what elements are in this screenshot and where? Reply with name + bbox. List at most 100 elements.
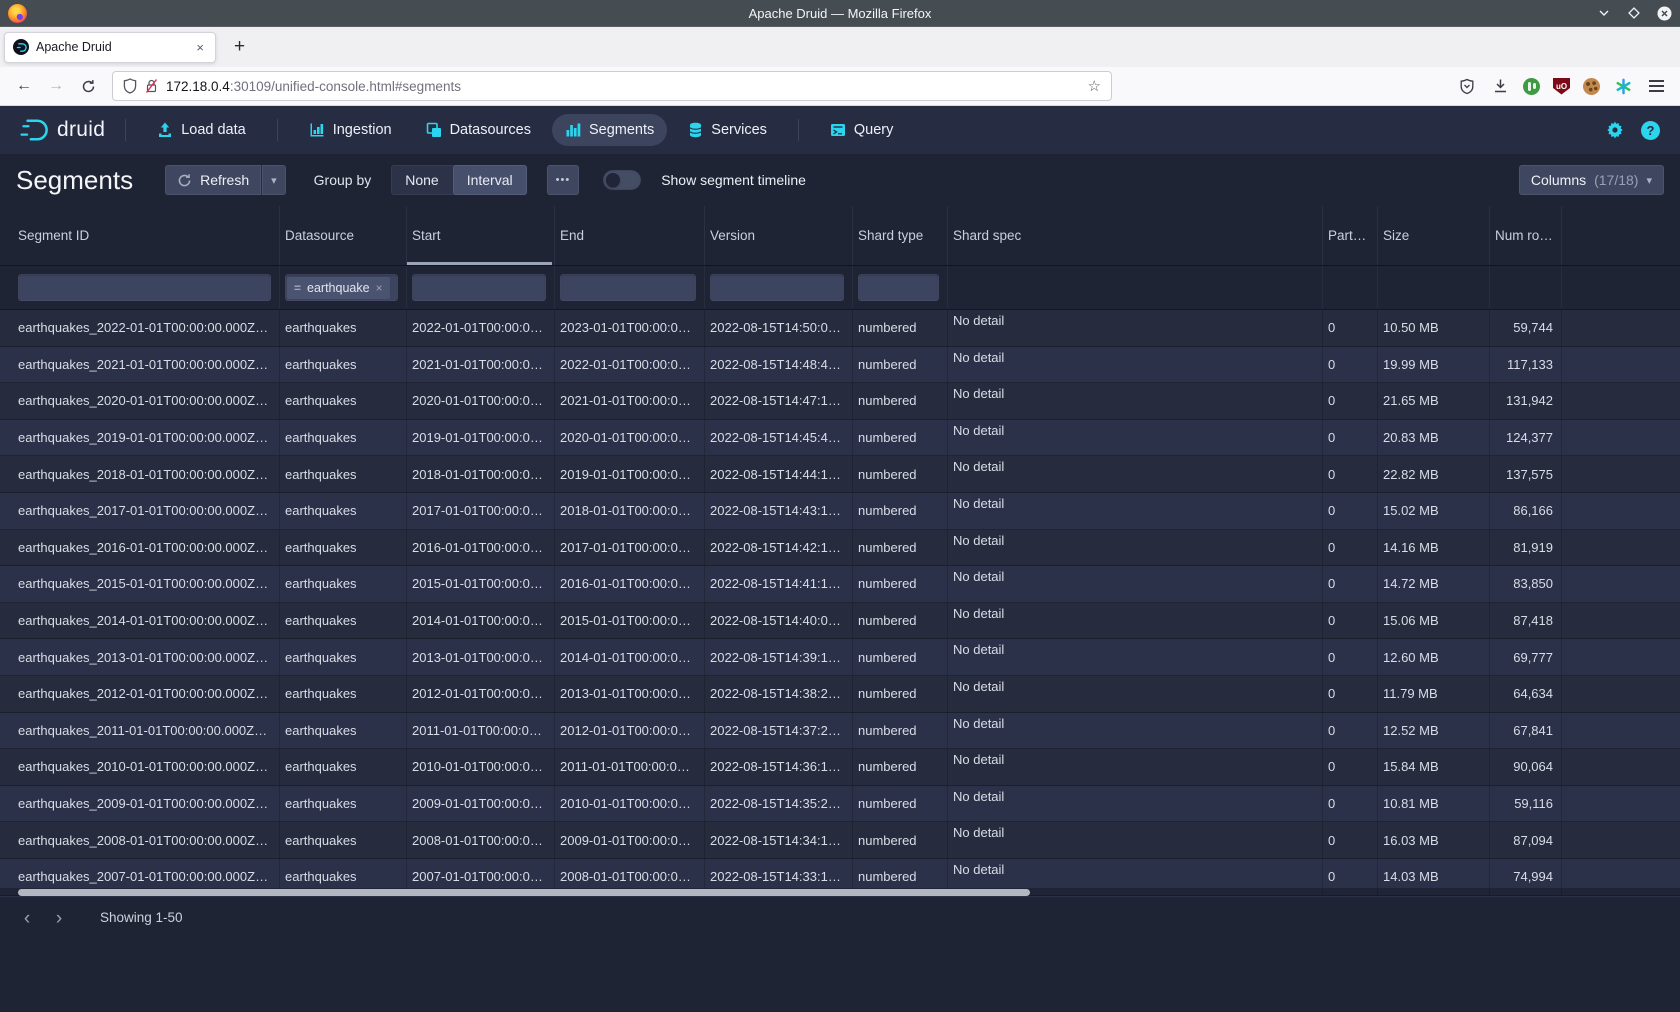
- previous-page-button[interactable]: ‹: [14, 906, 40, 932]
- forward-button[interactable]: →: [42, 72, 70, 100]
- tab-apache-druid[interactable]: Apache Druid ×: [4, 32, 216, 63]
- cell-start: 2016-01-01T00:00:00.0...: [407, 530, 555, 566]
- url-field[interactable]: 172.18.0.4:30109/unified-console.html#se…: [112, 71, 1112, 101]
- refresh-button[interactable]: Refresh: [165, 165, 261, 195]
- cell-filler: [1562, 383, 1680, 419]
- cookie-extension-icon[interactable]: [1583, 78, 1600, 95]
- cell-partition: 0: [1323, 383, 1378, 419]
- reload-button[interactable]: [74, 72, 102, 100]
- cell-start: 2014-01-01T00:00:00.0...: [407, 603, 555, 639]
- table-row: earthquakes_2009-01-01T00:00:00.000Z_2..…: [0, 786, 1680, 823]
- filter-chip-earthquake[interactable]: = earthquake ×: [287, 277, 390, 299]
- refresh-interval-caret[interactable]: ▾: [261, 165, 286, 195]
- extension-green-icon[interactable]: [1523, 78, 1540, 95]
- column-header-size[interactable]: Size: [1378, 206, 1490, 265]
- group-by-interval-button[interactable]: Interval: [453, 165, 527, 195]
- menu-icon[interactable]: [1646, 76, 1666, 96]
- new-tab-button[interactable]: +: [222, 36, 257, 58]
- cell-datasource: earthquakes: [280, 456, 407, 492]
- remove-filter-icon[interactable]: ×: [376, 281, 383, 295]
- cell-num-rows: 124,377: [1490, 420, 1562, 456]
- insecure-lock-icon[interactable]: [145, 78, 158, 94]
- nav-item-ingestion[interactable]: Ingestion: [296, 114, 405, 146]
- cell-shard-type: numbered: [853, 603, 948, 639]
- nav-item-services[interactable]: Services: [675, 114, 780, 146]
- segment-timeline-toggle[interactable]: [603, 170, 641, 190]
- tracking-shield-icon[interactable]: [123, 78, 137, 94]
- back-button[interactable]: ←: [10, 72, 38, 100]
- filter-chip-value: earthquake: [307, 281, 370, 295]
- ingestion-icon: [309, 122, 325, 138]
- refresh-icon: [177, 173, 192, 188]
- cell-shard-type: numbered: [853, 749, 948, 785]
- horizontal-scrollbar-thumb[interactable]: [18, 889, 1030, 896]
- cell-num-rows: 137,575: [1490, 456, 1562, 492]
- filter-segment-id-input[interactable]: [18, 274, 271, 301]
- nav-item-datasources[interactable]: Datasources: [413, 114, 544, 146]
- close-icon[interactable]: [1656, 5, 1672, 21]
- column-header-shard-type[interactable]: Shard type: [853, 206, 948, 265]
- cell-segment-id: earthquakes_2010-01-01T00:00:00.000Z_2..…: [0, 749, 280, 785]
- cell-version: 2022-08-15T14:44:14.1...: [705, 456, 853, 492]
- extension-asterisk-icon[interactable]: [1613, 76, 1633, 96]
- cell-size: 10.50 MB: [1378, 310, 1490, 346]
- column-header-segment-id[interactable]: Segment ID: [0, 206, 280, 265]
- cell-partition: 0: [1323, 347, 1378, 383]
- cell-shard-spec: No detail: [948, 749, 1323, 785]
- table-row: earthquakes_2016-01-01T00:00:00.000Z_2..…: [0, 530, 1680, 567]
- column-header-shard-spec[interactable]: Shard spec: [948, 206, 1323, 265]
- bookmark-star-icon[interactable]: ☆: [1088, 77, 1101, 95]
- cell-end: 2011-01-01T00:00:00.0...: [555, 749, 705, 785]
- column-header-end[interactable]: End: [555, 206, 705, 265]
- column-header-filler: [1562, 206, 1680, 265]
- column-header-num-rows[interactable]: Num rows: [1490, 206, 1562, 265]
- cell-shard-type: numbered: [853, 310, 948, 346]
- pocket-shield-icon[interactable]: [1457, 76, 1477, 96]
- filter-end-input[interactable]: [560, 274, 696, 301]
- maximize-icon[interactable]: [1626, 5, 1642, 21]
- settings-gear-icon[interactable]: [1605, 120, 1625, 140]
- query-icon: [830, 122, 846, 138]
- cell-end: 2020-01-01T00:00:00.0...: [555, 420, 705, 456]
- table-row: earthquakes_2021-01-01T00:00:00.000Z_2..…: [0, 347, 1680, 384]
- cell-num-rows: 81,919: [1490, 530, 1562, 566]
- table-row: earthquakes_2022-01-01T00:00:00.000Z_2..…: [0, 310, 1680, 347]
- group-by-none-button[interactable]: None: [391, 165, 452, 195]
- url-host: 172.18.0.4: [166, 79, 230, 94]
- table-row: earthquakes_2019-01-01T00:00:00.000Z_2..…: [0, 420, 1680, 457]
- cell-end: 2012-01-01T00:00:00.0...: [555, 713, 705, 749]
- tab-close-icon[interactable]: ×: [193, 40, 207, 55]
- column-header-partition[interactable]: Partition: [1323, 206, 1378, 265]
- cell-size: 15.02 MB: [1378, 493, 1490, 529]
- cell-filler: [1562, 676, 1680, 712]
- cell-partition: 0: [1323, 676, 1378, 712]
- nav-item-segments[interactable]: Segments: [552, 114, 667, 146]
- downloads-icon[interactable]: [1490, 76, 1510, 96]
- help-icon[interactable]: ?: [1641, 121, 1660, 140]
- cell-start: 2010-01-01T00:00:00.0...: [407, 749, 555, 785]
- druid-logo[interactable]: druid: [14, 117, 111, 143]
- cell-start: 2015-01-01T00:00:00.0...: [407, 566, 555, 602]
- filter-datasource-input[interactable]: = earthquake ×: [285, 274, 398, 301]
- column-header-datasource[interactable]: Datasource: [280, 206, 407, 265]
- ublock-origin-icon[interactable]: uO: [1553, 78, 1570, 95]
- cell-filler: [1562, 822, 1680, 858]
- minimize-icon[interactable]: [1596, 5, 1612, 21]
- cell-datasource: earthquakes: [280, 603, 407, 639]
- nav-item-load-data[interactable]: Load data: [144, 114, 259, 146]
- filter-version-input[interactable]: [710, 274, 844, 301]
- column-header-start[interactable]: Start: [407, 206, 555, 265]
- columns-button[interactable]: Columns (17/18) ▾: [1519, 165, 1664, 195]
- cell-filler: [1562, 347, 1680, 383]
- cell-partition: 0: [1323, 786, 1378, 822]
- filter-shard-type-input[interactable]: [858, 274, 939, 301]
- cell-filler: [1562, 310, 1680, 346]
- next-page-button[interactable]: ›: [46, 906, 72, 932]
- cell-shard-spec: No detail: [948, 603, 1323, 639]
- column-header-version[interactable]: Version: [705, 206, 853, 265]
- filter-start-input[interactable]: [412, 274, 546, 301]
- more-options-button[interactable]: •••: [547, 165, 580, 195]
- cell-datasource: earthquakes: [280, 493, 407, 529]
- cell-end: 2015-01-01T00:00:00.0...: [555, 603, 705, 639]
- nav-item-query[interactable]: Query: [817, 114, 907, 146]
